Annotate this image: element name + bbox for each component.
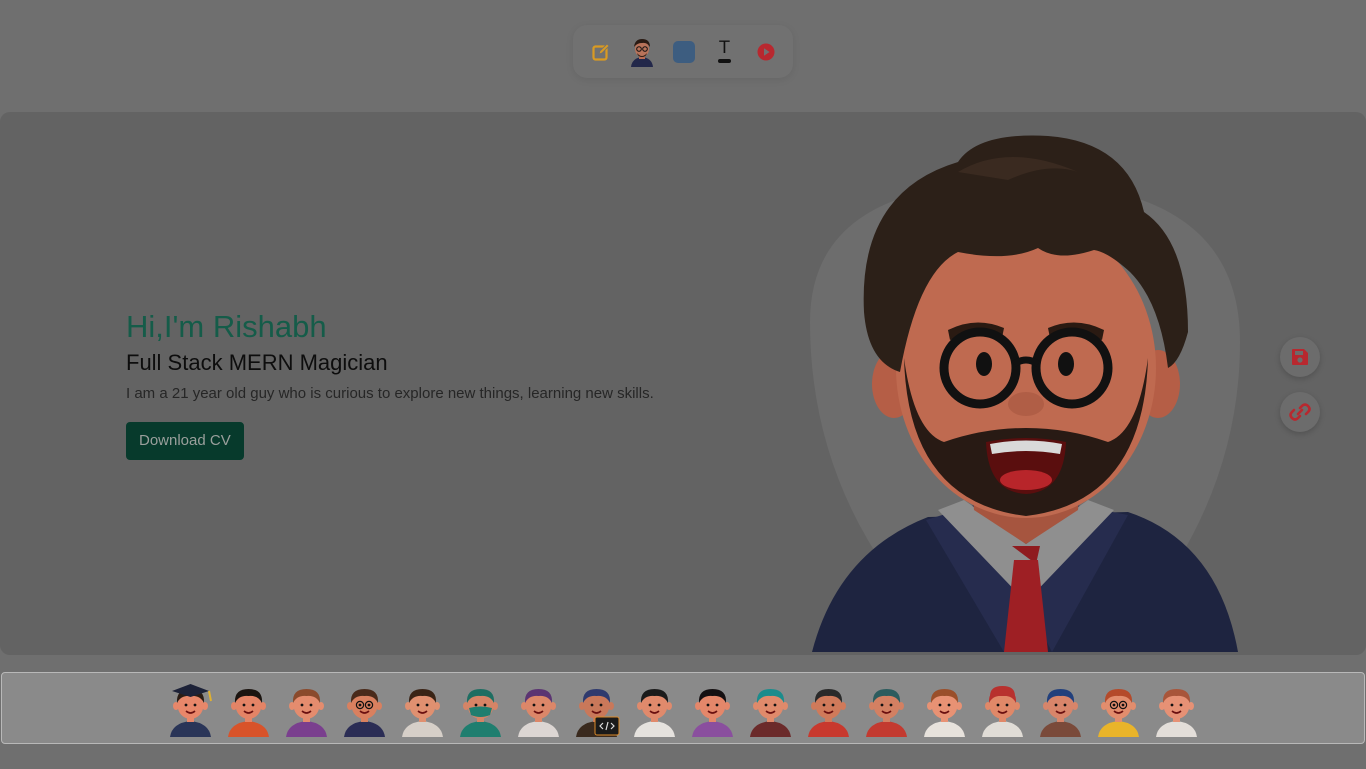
role-subtitle: Full Stack MERN Magician — [126, 350, 388, 375]
avatar-surgeon-icon — [459, 689, 501, 737]
avatar-option-girl-backpack[interactable] — [1152, 679, 1201, 737]
background-color-button[interactable] — [670, 37, 697, 67]
avatar-man-curly-glasses-icon — [1097, 689, 1139, 737]
avatar-option-man-scarf[interactable] — [1036, 679, 1085, 737]
avatar-graduate-icon — [169, 684, 212, 737]
avatar-option-student-backpack[interactable] — [920, 679, 969, 737]
avatar-option-graduate[interactable] — [166, 679, 215, 737]
edit-icon[interactable] — [587, 37, 614, 67]
avatar-woman-purple-icon — [691, 689, 733, 737]
editor-toolbar: T — [573, 25, 793, 78]
avatar-man-painter-icon — [401, 689, 443, 737]
text-color-bar — [718, 59, 731, 63]
avatar-option-girl-brown-hair[interactable] — [282, 679, 331, 737]
avatar-man-headphones-icon — [865, 689, 907, 737]
avatar-man-teal-hair-icon — [749, 689, 791, 737]
avatar-doctor-icon — [633, 689, 675, 737]
avatar-picker-strip — [1, 672, 1365, 744]
bio-text: I am a 21 year old guy who is curious to… — [126, 385, 654, 402]
avatar-option-woman-purple[interactable] — [688, 679, 737, 737]
avatar-option-man-glasses-suit[interactable] — [340, 679, 389, 737]
link-icon — [1289, 403, 1311, 421]
avatar-man-beard-icon — [807, 689, 849, 737]
greeting-heading: Hi,I'm Rishabh — [126, 309, 327, 344]
main-avatar-illustration — [810, 135, 1240, 652]
download-cv-button[interactable]: Download CV — [126, 422, 244, 460]
avatar-option-woman-hijab[interactable] — [514, 679, 563, 737]
hero-section: Hi,I'm Rishabh Full Stack MERN Magician … — [0, 112, 1366, 655]
avatar-select-button[interactable] — [628, 37, 656, 67]
avatar-option-man-painter[interactable] — [398, 679, 447, 737]
save-button[interactable] — [1280, 337, 1320, 377]
avatar-girl-brown-hair-icon — [285, 689, 327, 737]
avatar-option-man-beard[interactable] — [804, 679, 853, 737]
avatar-girl-backpack-icon — [1155, 689, 1197, 737]
avatar-option-man-curly-glasses[interactable] — [1094, 679, 1143, 737]
avatar-girl-black-hair-icon — [227, 689, 269, 737]
avatar-option-girl-black-hair[interactable] — [224, 679, 273, 737]
avatar-man-red-cap-icon — [981, 686, 1023, 737]
play-icon — [757, 43, 774, 60]
save-icon — [1292, 349, 1308, 365]
intro-block: Hi,I'm Rishabh Full Stack MERN Magician … — [126, 308, 746, 460]
avatar-option-doctor[interactable] — [630, 679, 679, 737]
main-avatar — [808, 132, 1244, 652]
avatar-student-backpack-icon — [923, 689, 965, 737]
avatar-thumb-icon — [631, 38, 653, 67]
avatar-option-surgeon[interactable] — [456, 679, 505, 737]
avatar-woman-hijab-icon — [517, 689, 559, 737]
avatar-developer-icon — [575, 689, 619, 737]
avatar-option-man-headphones[interactable] — [862, 679, 911, 737]
avatar-option-man-teal-hair[interactable] — [746, 679, 795, 737]
color-swatch — [672, 40, 695, 63]
play-button[interactable] — [752, 37, 779, 67]
avatar-option-man-red-cap[interactable] — [978, 679, 1027, 737]
avatar-man-scarf-icon — [1039, 689, 1081, 737]
avatar-man-glasses-suit-icon — [343, 689, 385, 737]
avatar-option-developer[interactable] — [572, 679, 621, 737]
text-style-button[interactable]: T — [711, 37, 738, 67]
text-style-icon: T — [719, 38, 730, 58]
copy-link-button[interactable] — [1280, 392, 1320, 432]
